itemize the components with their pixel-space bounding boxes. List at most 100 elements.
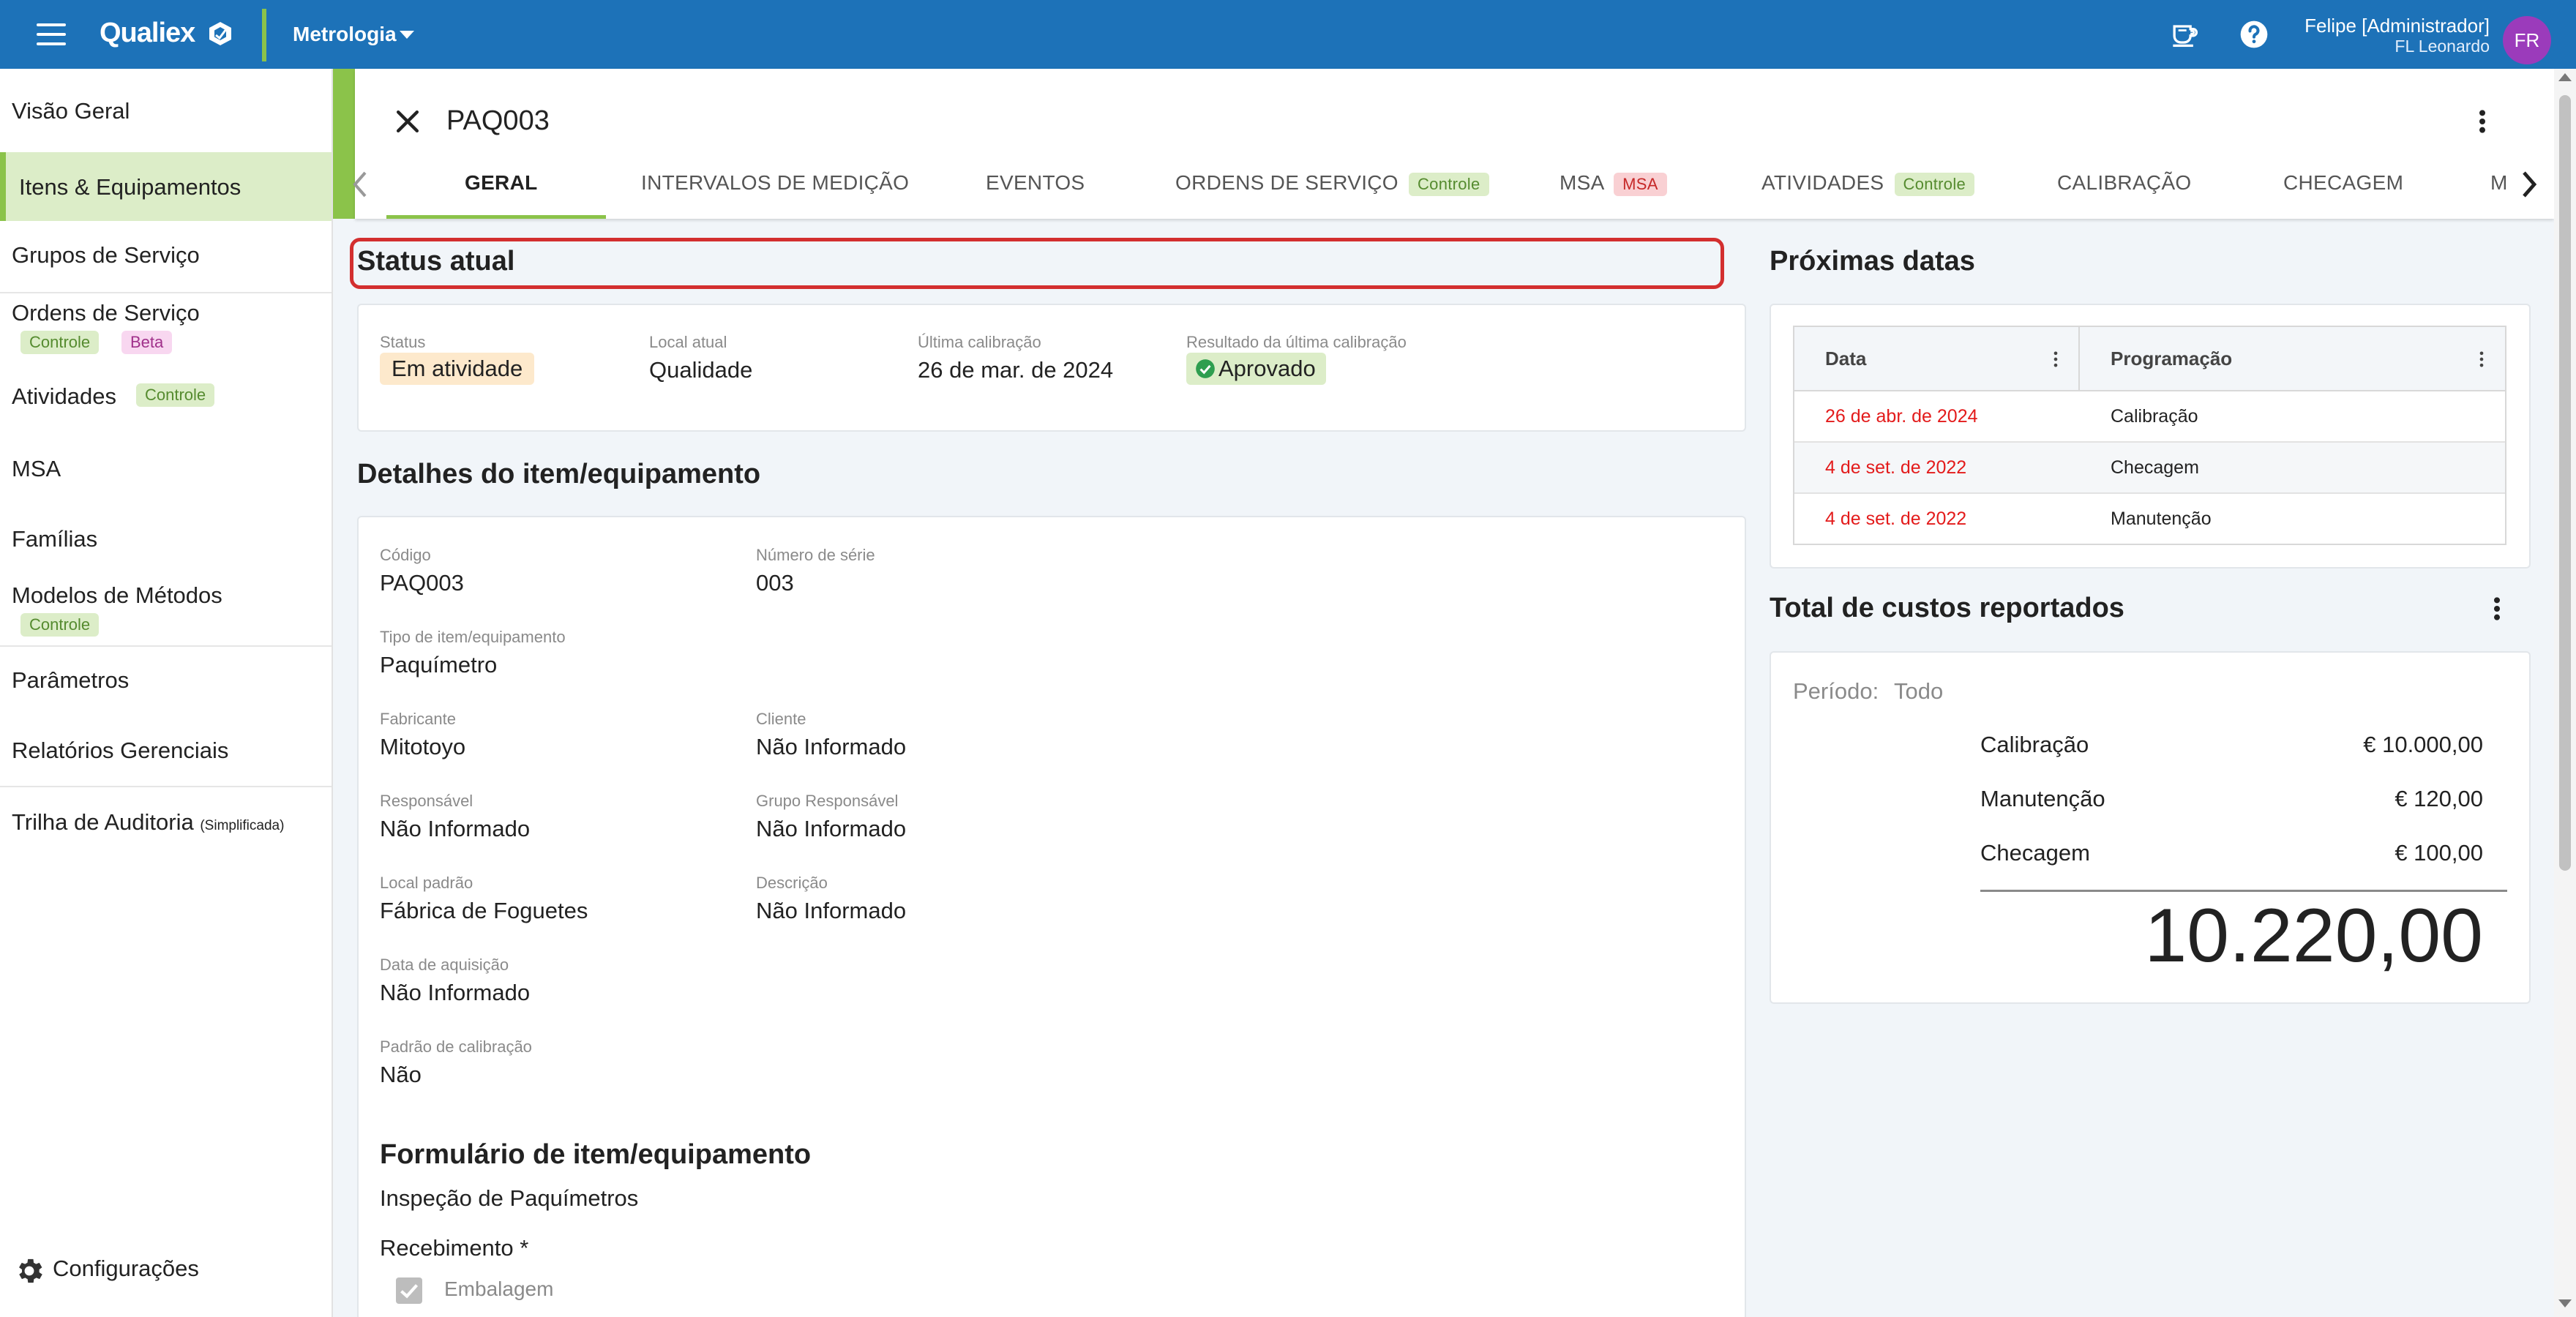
chevron-right-icon[interactable] (2517, 170, 2539, 199)
tab-calibracao[interactable]: CALIBRAÇÃO (2057, 171, 2192, 195)
tab-eventos[interactable]: EVENTOS (986, 171, 1085, 195)
sidebar-item-label: Grupos de Serviço (12, 242, 200, 268)
descricao-value: Não Informado (756, 898, 907, 923)
cost-value-manutencao: € 120,00 (2395, 786, 2483, 811)
row-programacao: Manutenção (2111, 509, 2212, 529)
aquisicao-label: Data de aquisição (380, 956, 509, 974)
status-label: Status (380, 333, 426, 351)
period-label: Período: (1793, 678, 1879, 704)
cost-label-calibracao: Calibração (1980, 732, 2089, 757)
sidebar-item-familias[interactable]: Famílias (0, 526, 332, 563)
sidebar-divider (0, 786, 332, 787)
chevron-left-icon[interactable] (350, 170, 372, 199)
row-date: 26 de abr. de 2024 (1825, 406, 1978, 427)
local-atual-value: Qualidade (649, 357, 753, 383)
module-selector[interactable]: Metrologia (293, 23, 397, 46)
sidebar-item-label: Parâmetros (12, 667, 130, 693)
column-menu-icon[interactable] (2052, 349, 2059, 369)
form-section-title: Formulário de item/equipamento (380, 1139, 812, 1170)
serie-label: Número de série (756, 546, 875, 564)
sidebar-item-visao-geral[interactable]: Visão Geral (0, 98, 332, 135)
sidebar-item-label: Relatórios Gerenciais (12, 738, 229, 763)
close-icon[interactable] (392, 105, 424, 138)
sidebar-item-modelos-metodos[interactable]: Modelos de Métodos Controle (0, 582, 332, 644)
sidebar-item-trilha-auditoria[interactable]: Trilha de Auditoria (Simplificada) (0, 809, 332, 846)
table-row[interactable]: 26 de abr. de 2024 Calibração (1794, 391, 2505, 443)
sidebar-item-atividades[interactable]: Atividades Controle (0, 383, 332, 420)
table-row[interactable]: 4 de set. de 2022 Manutenção (1794, 494, 2505, 545)
grupo-responsavel-value: Não Informado (756, 816, 907, 841)
user-name[interactable]: Felipe [Administrador] (2304, 15, 2490, 37)
descricao-label: Descrição (756, 874, 828, 892)
sidebar-item-parametros[interactable]: Parâmetros (0, 667, 332, 704)
more-vert-icon[interactable] (2474, 107, 2491, 136)
tab-label: ATIVIDADES (1761, 171, 1884, 194)
tab-checagem[interactable]: CHECAGEM (2283, 171, 2403, 195)
more-vert-icon[interactable] (2488, 594, 2506, 623)
period-value[interactable]: Todo (1894, 678, 1943, 705)
sidebar-item-label: Trilha de Auditoria (Simplificada) (12, 809, 284, 836)
approved-text: Aprovado (1218, 356, 1316, 381)
fabricante-label: Fabricante (380, 710, 456, 728)
check-icon (400, 1284, 419, 1299)
padrao-calibracao-value: Não (380, 1062, 422, 1087)
codigo-label: Código (380, 546, 431, 564)
tab-geral[interactable]: GERAL (465, 171, 538, 195)
embalagem-checkbox[interactable] (396, 1277, 422, 1304)
tipo-label: Tipo de item/equipamento (380, 628, 566, 646)
highlight-annotation (350, 238, 1724, 289)
sidebar-item-relatorios[interactable]: Relatórios Gerenciais (0, 738, 332, 774)
grupo-responsavel-label: Grupo Responsável (756, 792, 899, 810)
sidebar-item-ordens-servico[interactable]: Ordens de Serviço Controle Beta (0, 300, 332, 361)
sidebar-item-label: Modelos de Métodos (12, 582, 222, 608)
msa-badge: MSA (1614, 173, 1667, 196)
aquisicao-value: Não Informado (380, 980, 531, 1005)
brand-logo[interactable]: Qualiex (100, 18, 195, 49)
chevron-down-icon[interactable] (400, 31, 414, 39)
check-circle-icon (1196, 359, 1215, 378)
responsavel-value: Não Informado (380, 816, 531, 841)
local-padrao-label: Local padrão (380, 874, 473, 892)
tab-more[interactable]: M (2490, 171, 2514, 195)
avatar[interactable]: FR (2503, 16, 2551, 64)
cliente-value: Não Informado (756, 734, 907, 759)
settings-link[interactable]: Configurações (53, 1256, 199, 1282)
tab-ordens-servico[interactable]: ORDENS DE SERVIÇO Controle (1175, 171, 1489, 196)
cost-value-calibracao: € 10.000,00 (2363, 732, 2483, 757)
column-divider[interactable] (2078, 327, 2080, 391)
responsavel-label: Responsável (380, 792, 473, 810)
scroll-down-arrow[interactable] (2558, 1299, 2572, 1307)
codigo-value: PAQ003 (380, 570, 464, 596)
sidebar-item-label: Famílias (12, 526, 98, 552)
menu-icon[interactable] (37, 23, 66, 45)
ultima-calibracao-value: 26 de mar. de 2024 (918, 357, 1114, 383)
top-bar: Qualiex Metrologia Felipe [Administrador… (0, 0, 2576, 69)
next-dates-table: Data Programação 26 de abr. de 2024 Cali… (1793, 326, 2506, 545)
scrollbar-thumb[interactable] (2559, 95, 2571, 871)
item-header (355, 69, 2554, 219)
tab-intervalos-medicao[interactable]: INTERVALOS DE MEDIÇÃO (641, 171, 909, 195)
status-badge: Em atividade (380, 353, 535, 385)
help-icon[interactable] (2238, 18, 2270, 50)
sidebar-item-label: Ordens de Serviço (12, 300, 200, 326)
status-section-title: Status atual (357, 246, 515, 277)
sidebar-item-label: Visão Geral (12, 98, 130, 124)
embalagem-label: Embalagem (444, 1277, 554, 1300)
tab-atividades[interactable]: ATIVIDADES Controle (1761, 171, 1975, 196)
tipo-value: Paquímetro (380, 652, 498, 678)
sidebar-item-grupos-servico[interactable]: Grupos de Serviço (0, 242, 332, 279)
col-header-programacao[interactable]: Programação (2111, 348, 2232, 370)
beta-badge: Beta (121, 331, 173, 354)
gear-icon[interactable] (13, 1255, 45, 1287)
local-padrao-value: Fábrica de Foguetes (380, 898, 588, 923)
scroll-up-arrow[interactable] (2558, 73, 2572, 81)
coffee-cup-icon[interactable] (2168, 18, 2200, 50)
sidebar-item-msa[interactable]: MSA (0, 456, 332, 492)
tab-msa[interactable]: MSA MSA (1560, 171, 1667, 196)
table-row[interactable]: 4 de set. de 2022 Checagem (1794, 443, 2505, 494)
column-menu-icon[interactable] (2478, 349, 2485, 369)
controle-badge: Controle (20, 331, 100, 354)
sidebar-item-itens-equipamentos[interactable]: Itens & Equipamentos (0, 152, 332, 221)
col-header-data[interactable]: Data (1825, 348, 1866, 370)
tab-label: ORDENS DE SERVIÇO (1175, 171, 1399, 194)
